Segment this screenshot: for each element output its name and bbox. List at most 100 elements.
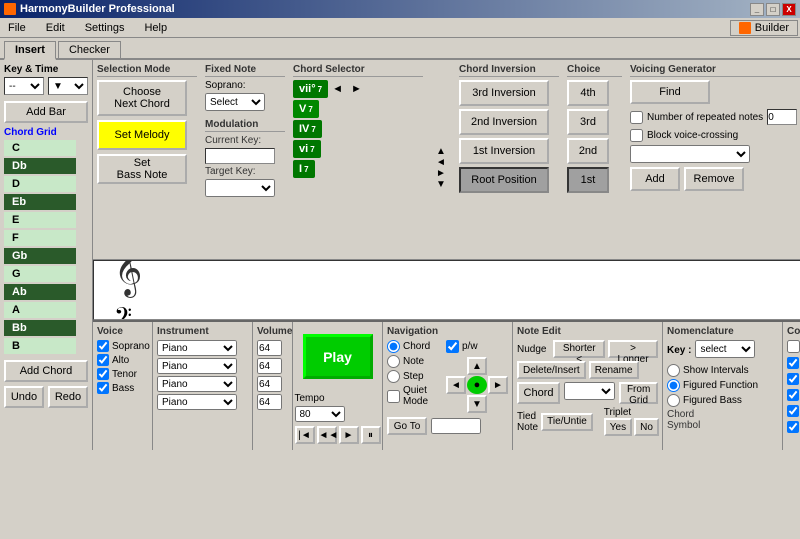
redo-button[interactable]: Redo bbox=[48, 386, 88, 408]
rename-button[interactable]: Rename bbox=[589, 361, 639, 379]
soprano-select[interactable]: Select CDE bbox=[205, 93, 265, 111]
tenor-instrument[interactable]: Piano bbox=[157, 376, 237, 392]
alto-check[interactable] bbox=[97, 354, 109, 366]
select-all-check[interactable] bbox=[787, 340, 800, 353]
menu-settings[interactable]: Settings bbox=[79, 20, 131, 36]
transport-prev[interactable]: ◄◄ bbox=[317, 426, 337, 444]
from-grid-button[interactable]: FromGrid bbox=[619, 382, 658, 404]
alto-instrument[interactable]: Piano bbox=[157, 358, 237, 374]
tab-insert[interactable]: Insert bbox=[4, 41, 56, 60]
tempo-select[interactable]: 80 60 100 120 bbox=[295, 406, 345, 422]
transport-pause[interactable]: ⏸ bbox=[361, 426, 381, 444]
no-button[interactable]: No bbox=[634, 418, 659, 436]
arrow-left[interactable]: ◄ bbox=[332, 83, 343, 95]
block-voice-check[interactable] bbox=[630, 129, 643, 142]
quiet-mode-check[interactable] bbox=[387, 390, 400, 403]
note-dropdown[interactable] bbox=[564, 382, 615, 400]
choice-4th[interactable]: 4th bbox=[567, 80, 609, 106]
repeated-notes-input[interactable] bbox=[767, 109, 797, 125]
tab-checker[interactable]: Checker bbox=[58, 41, 121, 58]
menu-edit[interactable]: Edit bbox=[40, 20, 71, 36]
arrow-up[interactable]: ▲ bbox=[436, 146, 446, 157]
longer-button[interactable]: > Longer bbox=[608, 340, 658, 358]
tenor-check[interactable] bbox=[97, 368, 109, 380]
close-button[interactable]: X bbox=[782, 3, 796, 16]
key-d[interactable]: D bbox=[4, 176, 76, 192]
third-check[interactable] bbox=[787, 389, 799, 401]
builder-button[interactable]: Builder bbox=[730, 20, 798, 36]
chord-vi[interactable]: vi 7 bbox=[293, 140, 321, 158]
nav-up-arrow[interactable]: ▲ bbox=[467, 357, 487, 375]
key-db[interactable]: Db bbox=[4, 158, 76, 174]
arrow-left2[interactable]: ◄ bbox=[436, 157, 446, 168]
arrow-down[interactable]: ▼ bbox=[436, 179, 446, 190]
nav-note-radio[interactable] bbox=[387, 355, 400, 368]
soprano-vol[interactable] bbox=[257, 340, 282, 356]
pw-check[interactable] bbox=[446, 340, 459, 353]
yes-button[interactable]: Yes bbox=[604, 418, 632, 436]
chord-button[interactable]: Chord bbox=[517, 382, 560, 404]
chord-IV[interactable]: IV 7 bbox=[293, 120, 322, 138]
root-check[interactable] bbox=[787, 421, 799, 433]
nav-down-arrow[interactable]: ▼ bbox=[467, 395, 487, 413]
delete-insert-button[interactable]: Delete/Insert bbox=[517, 361, 586, 379]
play-button[interactable]: Play bbox=[303, 334, 373, 379]
figured-function-radio[interactable] bbox=[667, 379, 680, 392]
choose-next-button[interactable]: ChooseNext Chord bbox=[97, 80, 187, 116]
undo-button[interactable]: Undo bbox=[4, 386, 44, 408]
nonbass-root-check[interactable] bbox=[787, 405, 799, 417]
key-c[interactable]: C bbox=[4, 140, 76, 156]
remove-button[interactable]: Remove bbox=[684, 167, 744, 191]
nav-left-arrow[interactable]: ◄ bbox=[446, 376, 466, 394]
key-b[interactable]: B bbox=[4, 338, 76, 354]
key-e[interactable]: E bbox=[4, 212, 76, 228]
nav-step-radio[interactable] bbox=[387, 370, 400, 383]
goto-button[interactable]: Go To bbox=[387, 417, 427, 435]
key-ab[interactable]: Ab bbox=[4, 284, 76, 300]
maximize-button[interactable]: □ bbox=[766, 3, 780, 16]
bass-vol[interactable] bbox=[257, 394, 282, 410]
set-bass-button[interactable]: SetBass Note bbox=[97, 154, 187, 184]
show-intervals-radio[interactable] bbox=[667, 364, 680, 377]
chord-vii[interactable]: vii° 7 bbox=[293, 80, 328, 98]
repeated-notes-check[interactable] bbox=[630, 111, 643, 124]
soprano-check[interactable] bbox=[97, 340, 109, 352]
nav-right-arrow[interactable]: ► bbox=[488, 376, 508, 394]
add-chord-button[interactable]: Add Chord bbox=[4, 360, 88, 382]
nav-chord-radio[interactable] bbox=[387, 340, 400, 353]
inversion-1st[interactable]: 1st Inversion bbox=[459, 138, 549, 164]
add-button[interactable]: Add bbox=[630, 167, 680, 191]
voicing-dropdown[interactable] bbox=[630, 145, 750, 163]
chord-V[interactable]: V 7 bbox=[293, 100, 319, 118]
choice-3rd[interactable]: 3rd bbox=[567, 109, 609, 135]
seventh-check[interactable] bbox=[787, 357, 799, 369]
tie-untie-button[interactable]: Tie/Untie bbox=[541, 413, 593, 431]
choice-1st[interactable]: 1st bbox=[567, 167, 609, 193]
chord-I[interactable]: I 7 bbox=[293, 160, 315, 178]
find-button[interactable]: Find bbox=[630, 80, 710, 104]
key-gb[interactable]: Gb bbox=[4, 248, 76, 264]
inversion-root[interactable]: Root Position bbox=[459, 167, 549, 193]
key-eb[interactable]: Eb bbox=[4, 194, 76, 210]
arrow-right2[interactable]: ► bbox=[436, 168, 446, 179]
key-f[interactable]: F bbox=[4, 230, 76, 246]
key-bb[interactable]: Bb bbox=[4, 320, 76, 336]
key-a[interactable]: A bbox=[4, 302, 76, 318]
nomen-key-select[interactable]: select bbox=[695, 340, 755, 358]
choice-2nd[interactable]: 2nd bbox=[567, 138, 609, 164]
add-bar-button[interactable]: Add Bar bbox=[4, 101, 88, 123]
figured-bass-radio[interactable] bbox=[667, 394, 680, 407]
minimize-button[interactable]: _ bbox=[750, 3, 764, 16]
inversion-2nd[interactable]: 2nd Inversion bbox=[459, 109, 549, 135]
set-melody-button[interactable]: Set Melody bbox=[97, 120, 187, 150]
arrow-right[interactable]: ► bbox=[351, 83, 362, 95]
inversion-3rd[interactable]: 3rd Inversion bbox=[459, 80, 549, 106]
bass-check[interactable] bbox=[97, 382, 109, 394]
menu-file[interactable]: File bbox=[2, 20, 32, 36]
menu-help[interactable]: Help bbox=[138, 20, 173, 36]
shorter-button[interactable]: Shorter < bbox=[553, 340, 605, 358]
soprano-instrument[interactable]: Piano bbox=[157, 340, 237, 356]
transport-start[interactable]: |◄ bbox=[295, 426, 315, 444]
alto-vol[interactable] bbox=[257, 358, 282, 374]
tenor-vol[interactable] bbox=[257, 376, 282, 392]
